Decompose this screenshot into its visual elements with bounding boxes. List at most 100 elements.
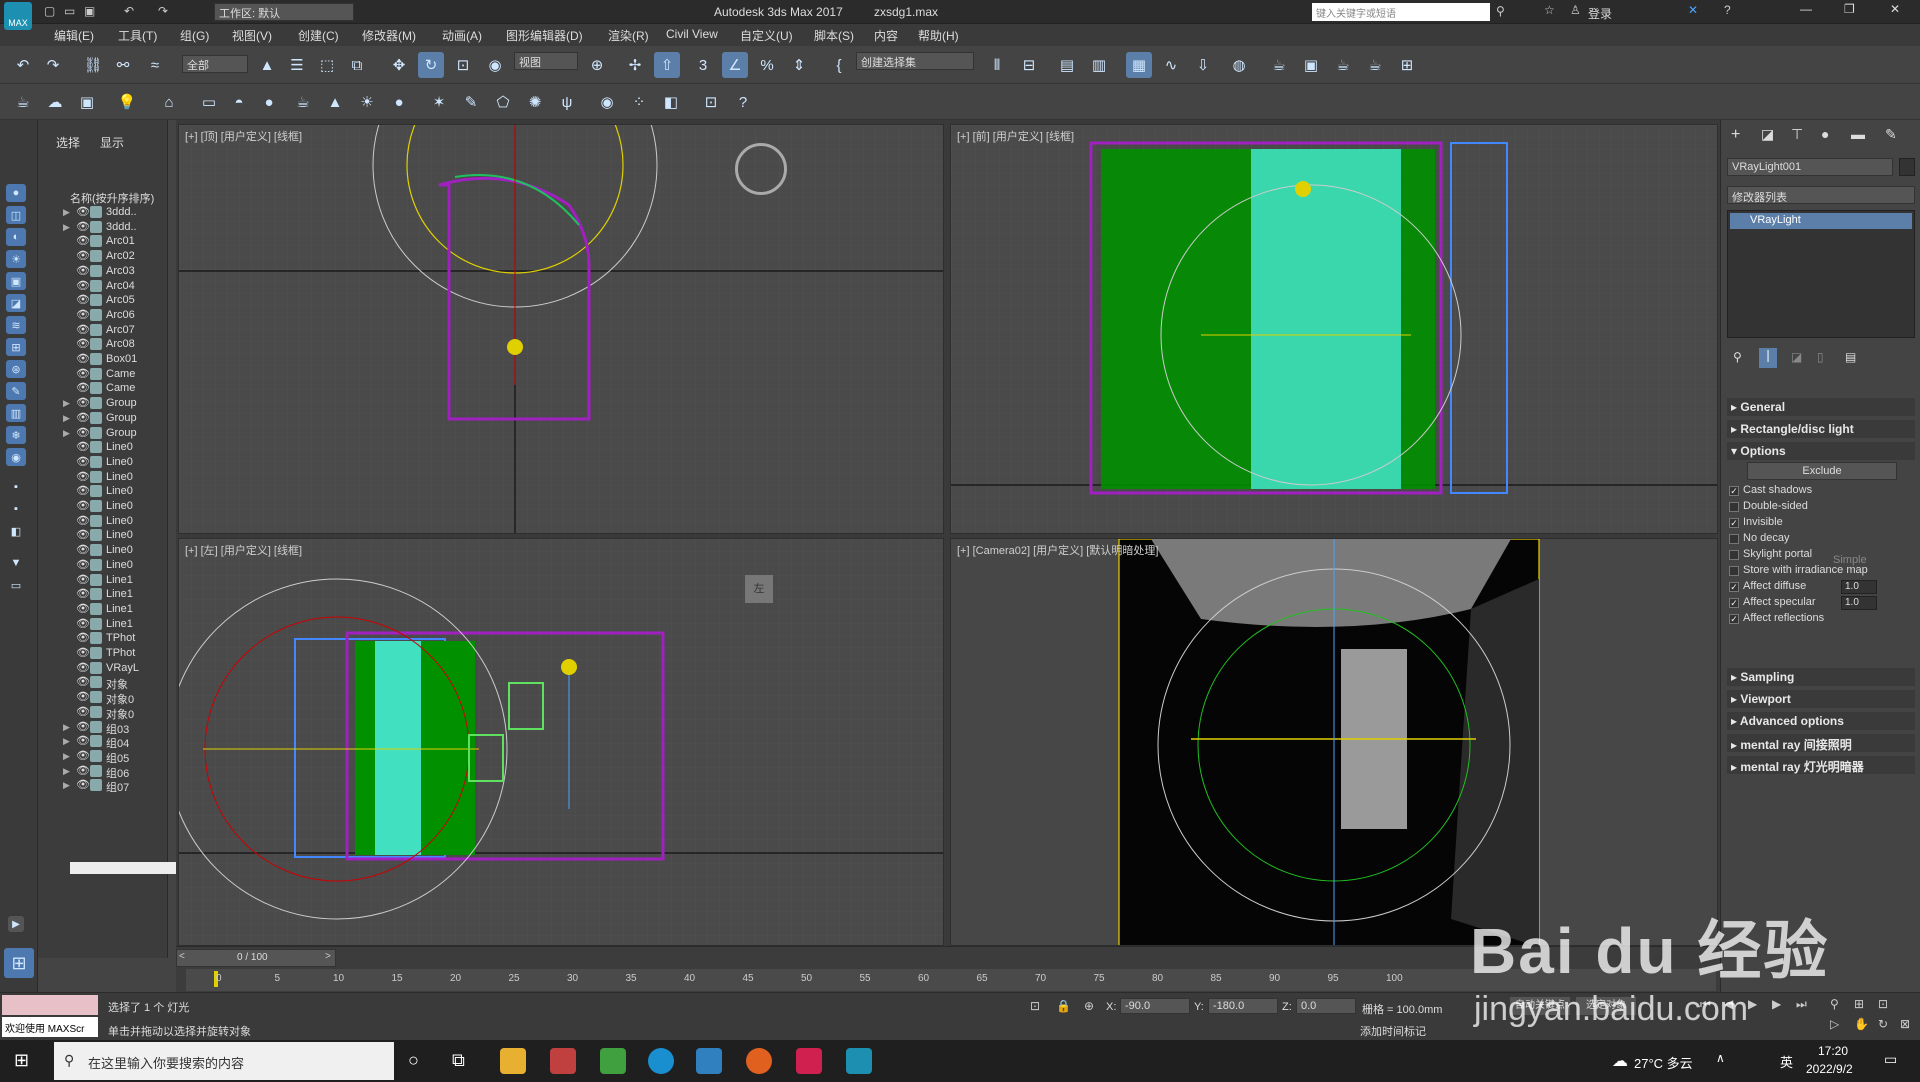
- visibility-icon[interactable]: 👁: [76, 205, 90, 218]
- visibility-icon[interactable]: 👁: [76, 337, 90, 350]
- minimize-icon[interactable]: —: [1800, 2, 1812, 16]
- option-checkbox[interactable]: ✓: [1729, 582, 1739, 592]
- visibility-icon[interactable]: 👁: [76, 455, 90, 468]
- task-view-icon[interactable]: ⧉: [452, 1050, 465, 1071]
- rect-selection-icon[interactable]: ⬚: [314, 52, 340, 78]
- groups-filter-icon[interactable]: ⊞: [6, 338, 26, 356]
- xrefs-filter-icon[interactable]: ⊛: [6, 360, 26, 378]
- visibility-icon[interactable]: 👁: [76, 617, 90, 630]
- option-checkbox[interactable]: [1729, 502, 1739, 512]
- redo-button[interactable]: ↷: [40, 52, 66, 78]
- maxscript-mini-listener[interactable]: [2, 995, 98, 1015]
- create-tab-icon[interactable]: +: [1731, 126, 1740, 144]
- visibility-icon[interactable]: 👁: [76, 484, 90, 497]
- render-iterative-icon[interactable]: ☕: [1362, 52, 1388, 78]
- display-none-icon[interactable]: ▪: [6, 500, 26, 518]
- frozen-filter-icon[interactable]: ❄: [6, 426, 26, 444]
- rollout-advanced-options[interactable]: ▸ Advanced options: [1727, 712, 1915, 730]
- dome-light-icon[interactable]: ◓: [226, 89, 252, 115]
- percent-snap-icon[interactable]: %: [754, 52, 780, 78]
- option-checkbox[interactable]: ✓: [1729, 598, 1739, 608]
- option-checkbox[interactable]: [1729, 550, 1739, 560]
- expand-arrow-icon[interactable]: ▶: [63, 766, 70, 777]
- visibility-icon[interactable]: 👁: [76, 352, 90, 365]
- save-file-icon[interactable]: ▣: [84, 4, 95, 18]
- rollout-viewport[interactable]: ▸ Viewport: [1727, 690, 1915, 708]
- render-production-icon[interactable]: ☕: [1330, 52, 1356, 78]
- rendered-frame-icon[interactable]: ▣: [1298, 52, 1324, 78]
- ies-light-icon[interactable]: ▲: [322, 89, 348, 115]
- scene-filter-icon[interactable]: ●: [6, 184, 26, 202]
- viewport-front-label[interactable]: [+] [前] [用户定义] [线框]: [957, 129, 1074, 143]
- snap-3d-icon[interactable]: 3: [690, 52, 716, 78]
- viewport-left-label[interactable]: [+] [左] [用户定义] [线框]: [185, 543, 302, 557]
- visibility-icon[interactable]: 👁: [76, 720, 90, 733]
- visibility-icon[interactable]: 👁: [76, 234, 90, 247]
- exclude-button[interactable]: Exclude: [1747, 462, 1897, 480]
- spinner-snap-icon[interactable]: ⇕: [786, 52, 812, 78]
- visibility-icon[interactable]: 👁: [76, 514, 90, 527]
- edge-icon[interactable]: [648, 1048, 674, 1074]
- visibility-icon[interactable]: 👁: [76, 367, 90, 380]
- geometry-filter-icon[interactable]: ◫: [6, 206, 26, 224]
- viewport-front[interactable]: [+] [前] [用户定义] [线框]: [950, 124, 1718, 534]
- app-icon-2[interactable]: [600, 1048, 626, 1074]
- move-icon[interactable]: ✥: [386, 52, 412, 78]
- containers-filter-icon[interactable]: ▥: [6, 404, 26, 422]
- render-setup-icon[interactable]: ☕: [1266, 52, 1292, 78]
- visibility-icon[interactable]: 👁: [76, 279, 90, 292]
- sphere-light-icon[interactable]: ●: [256, 89, 282, 115]
- visibility-icon[interactable]: 👁: [76, 220, 90, 233]
- app-icon-3[interactable]: [696, 1048, 722, 1074]
- pivot-center-icon[interactable]: ⊕: [584, 52, 610, 78]
- menu-help[interactable]: 帮助(H): [918, 27, 959, 44]
- workspace-dropdown[interactable]: 工作区: 默认: [214, 3, 354, 21]
- make-unique-icon[interactable]: ◪: [1791, 350, 1802, 364]
- expand-arrow-icon[interactable]: ▶: [63, 751, 70, 762]
- user-icon[interactable]: ♙: [1570, 3, 1581, 17]
- star-icon[interactable]: ☆: [1544, 3, 1555, 17]
- visibility-icon[interactable]: 👁: [76, 705, 90, 718]
- bind-space-warp-icon[interactable]: ≈: [142, 52, 168, 78]
- visibility-icon[interactable]: 👁: [76, 440, 90, 453]
- ime-indicator[interactable]: 英: [1780, 1052, 1793, 1071]
- plane-icon[interactable]: ⬠: [490, 89, 516, 115]
- menu-content[interactable]: 内容: [874, 27, 898, 44]
- tab-select[interactable]: 选择: [56, 134, 80, 151]
- menu-views[interactable]: 视图(V): [232, 27, 272, 44]
- maxscript-welcome[interactable]: 欢迎使用 MAXScr: [2, 1017, 98, 1037]
- visibility-icon[interactable]: 👁: [76, 308, 90, 321]
- close-icon[interactable]: ✕: [1890, 2, 1900, 16]
- mesh-light-icon[interactable]: ☕: [290, 89, 316, 115]
- rollout-sampling[interactable]: ▸ Sampling: [1727, 668, 1915, 686]
- layer-explorer-icon[interactable]: ▤: [1054, 52, 1080, 78]
- expand-arrow-icon[interactable]: ▶: [63, 413, 70, 424]
- cortana-icon[interactable]: ○: [408, 1050, 419, 1071]
- viewport-top-label[interactable]: [+] [顶] [用户定义] [线框]: [185, 129, 302, 143]
- maximize-icon[interactable]: ❐: [1844, 2, 1855, 16]
- menu-civil-view[interactable]: Civil View: [666, 27, 718, 41]
- place-icon[interactable]: ◉: [482, 52, 508, 78]
- help-icon[interactable]: ?: [1724, 3, 1731, 17]
- display-all-icon[interactable]: ▪: [6, 478, 26, 496]
- visibility-icon[interactable]: 👁: [76, 573, 90, 586]
- add-time-tag[interactable]: 添加时间标记: [1360, 1023, 1426, 1039]
- lock-icon[interactable]: 🔒: [1056, 999, 1071, 1013]
- search-input[interactable]: 键入关键字或短语: [1312, 3, 1490, 21]
- window-crossing-icon[interactable]: ⧉: [344, 52, 370, 78]
- visibility-icon[interactable]: 👁: [76, 558, 90, 571]
- visibility-icon[interactable]: 👁: [76, 411, 90, 424]
- angle-snap-icon[interactable]: ∠: [722, 52, 748, 78]
- cameras-filter-icon[interactable]: ▣: [6, 272, 26, 290]
- visibility-icon[interactable]: 👁: [76, 602, 90, 615]
- material-editor-icon[interactable]: ◍: [1226, 52, 1252, 78]
- hidden-filter-icon[interactable]: ◉: [6, 448, 26, 466]
- visibility-icon[interactable]: 👁: [76, 675, 90, 688]
- viewcube-top[interactable]: [735, 143, 787, 195]
- modify-tab-icon[interactable]: ◪: [1761, 126, 1774, 143]
- vray-settings-icon[interactable]: ⊡: [698, 89, 724, 115]
- motion-tab-icon[interactable]: ●: [1821, 126, 1829, 142]
- sun-icon[interactable]: ☀: [354, 89, 380, 115]
- exchange-icon[interactable]: ✕: [1688, 3, 1698, 17]
- file-explorer-icon[interactable]: [500, 1048, 526, 1074]
